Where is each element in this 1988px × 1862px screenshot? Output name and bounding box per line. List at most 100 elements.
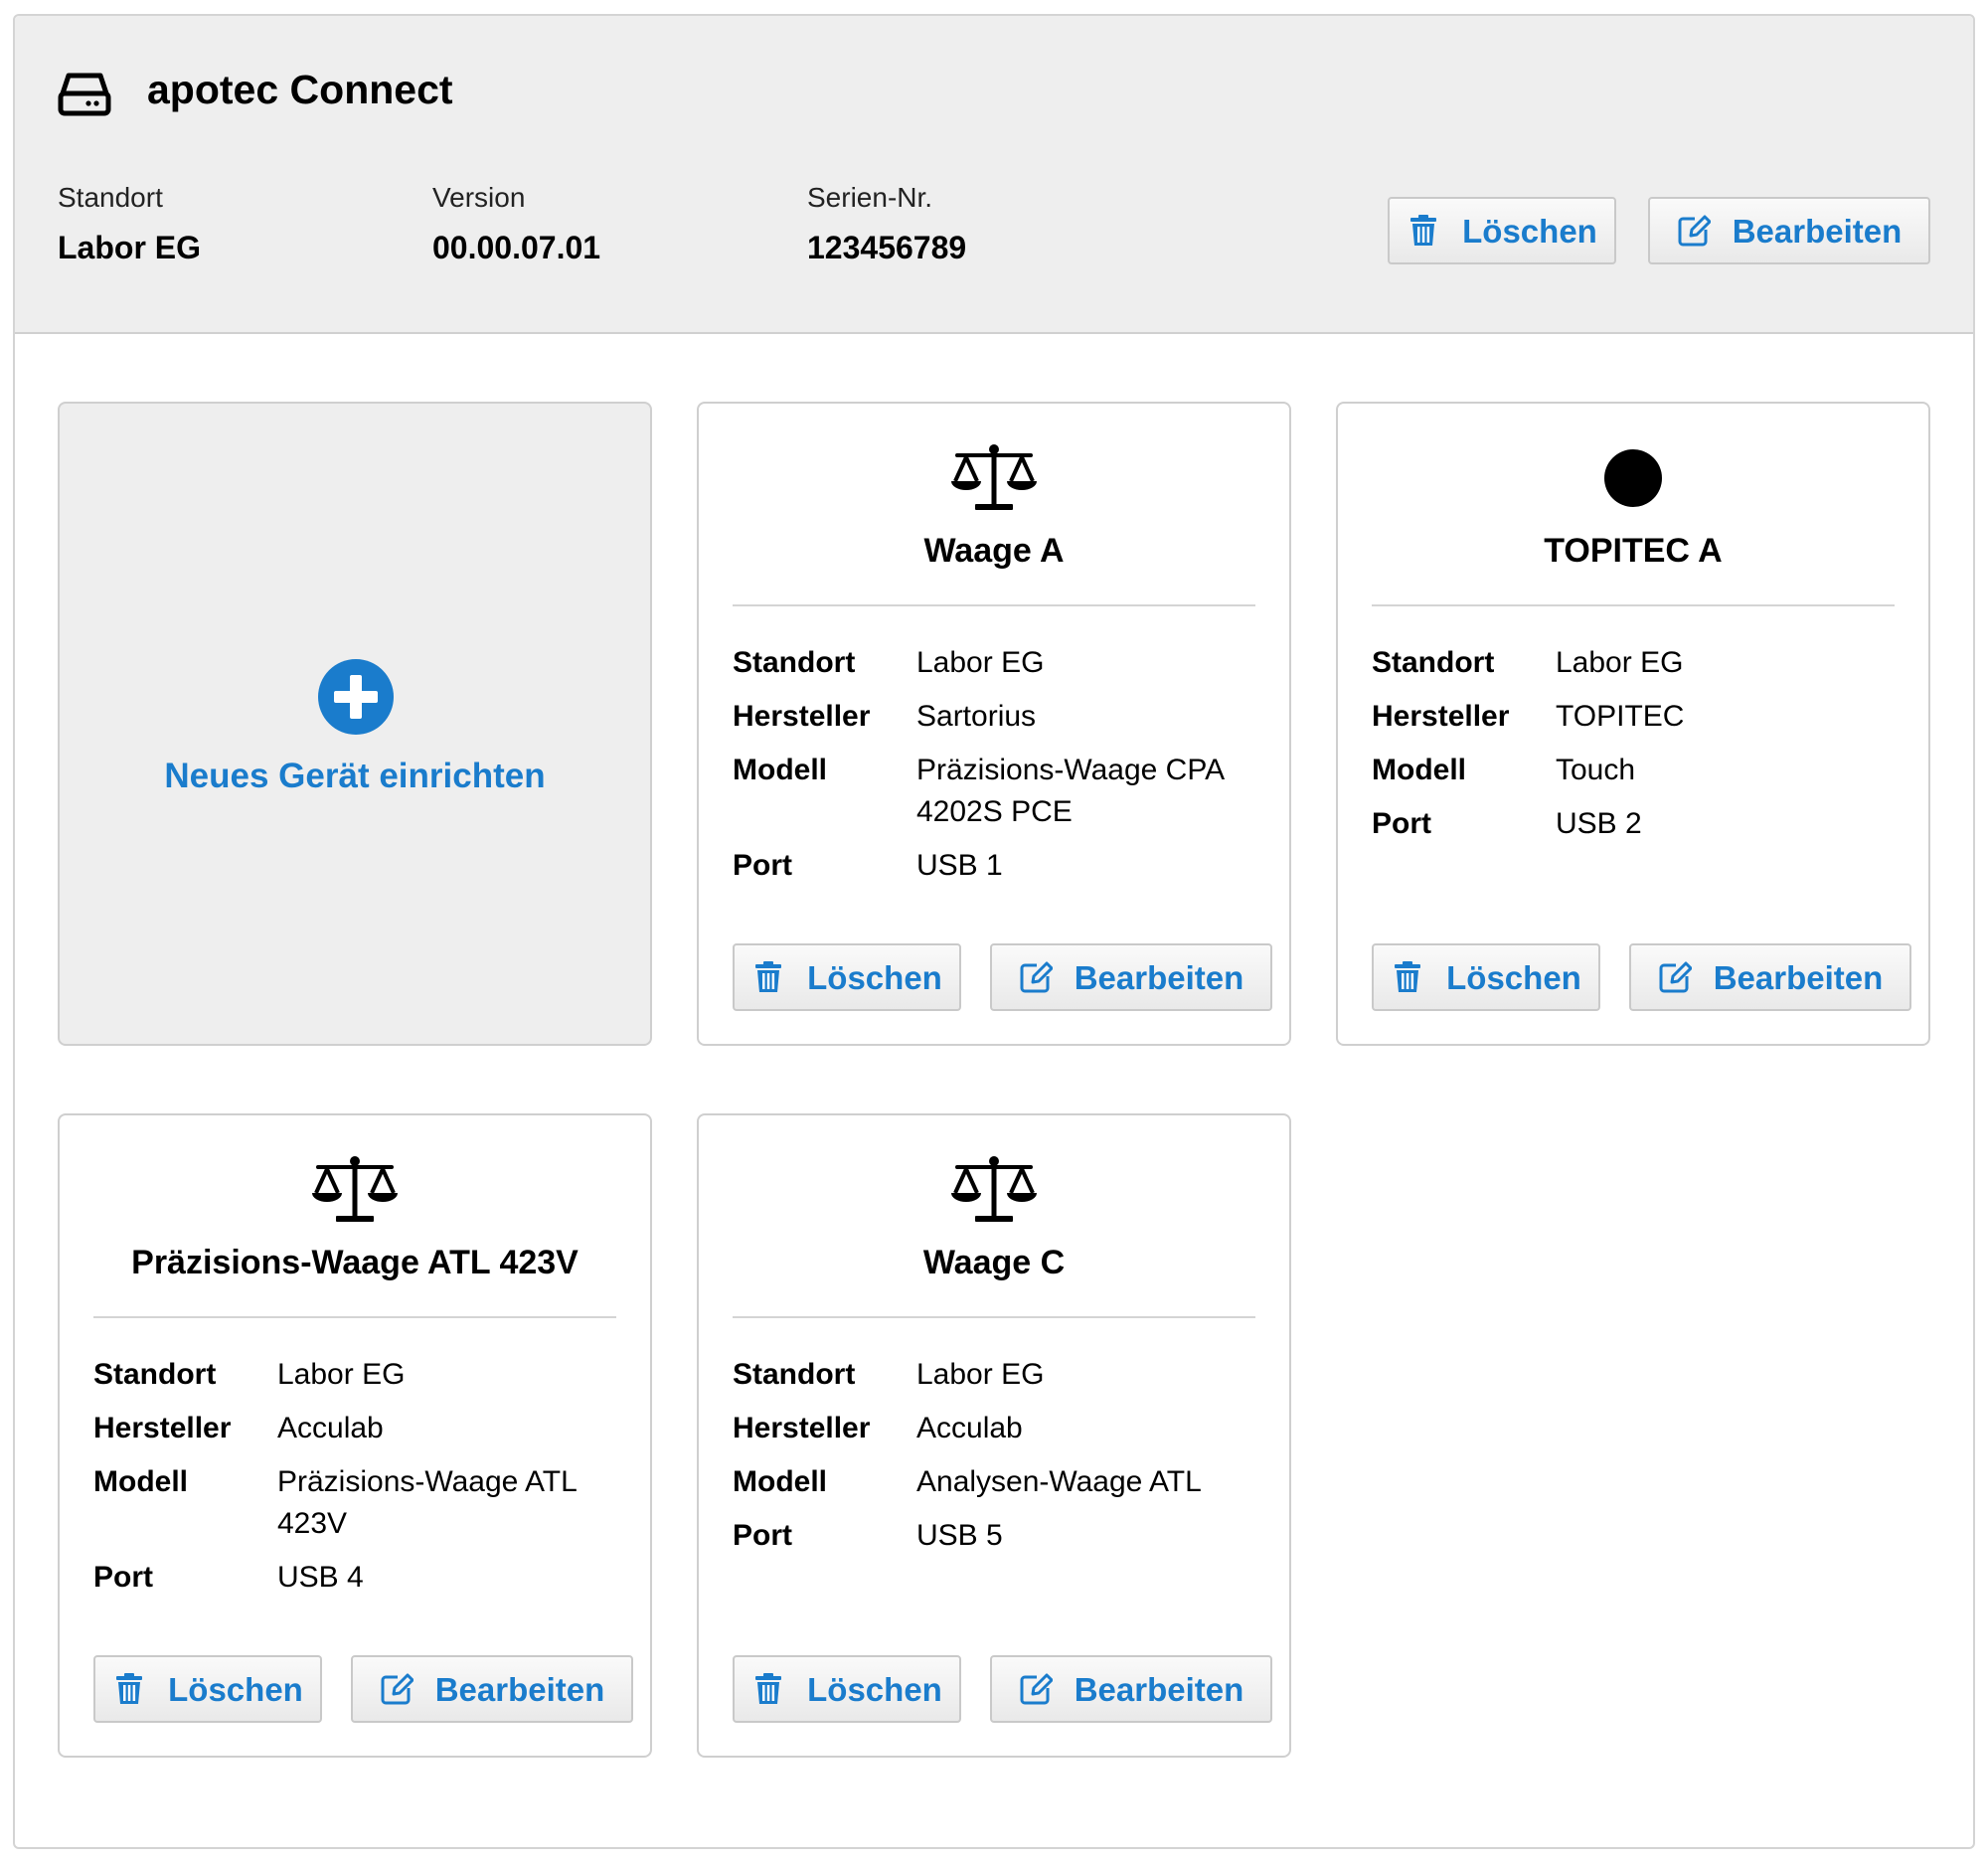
meta-serial-label: Serien-Nr. — [807, 182, 933, 213]
prop-hersteller: Hersteller Acculab — [93, 1408, 620, 1449]
divider — [1372, 604, 1895, 606]
edit-button[interactable]: Bearbeiten — [990, 943, 1272, 1011]
divider — [93, 1316, 616, 1318]
edit-button[interactable]: Bearbeiten — [990, 1655, 1272, 1723]
edit-button[interactable]: Bearbeiten — [1629, 943, 1911, 1011]
delete-label: Löschen — [168, 1670, 303, 1708]
prop-standort: Standort Labor EG — [733, 1354, 1259, 1396]
prop-port: Port USB 5 — [733, 1515, 1259, 1557]
divider — [733, 604, 1255, 606]
prop-standort: Standort Labor EG — [93, 1354, 620, 1396]
edit-icon — [381, 1673, 414, 1705]
trash-icon — [1410, 215, 1437, 246]
meta-standort-label: Standort — [58, 182, 163, 213]
meta-standort-value: Labor EG — [58, 229, 202, 265]
prop-key: Port — [733, 849, 792, 882]
device-card: Präzisions-Waage ATL 423V Standort Labor… — [58, 1113, 652, 1758]
filled-circle-icon — [1604, 449, 1662, 507]
prop-key: Modell — [93, 1465, 188, 1498]
prop-hersteller: Hersteller Sartorius — [733, 696, 1259, 738]
prop-standort: Standort Labor EG — [733, 642, 1259, 684]
prop-value: Acculab — [277, 1412, 384, 1444]
prop-modell: Modell Präzisions-Waage ATL 423V — [93, 1461, 620, 1545]
device-title: Waage C — [922, 1244, 1066, 1281]
delete-button[interactable]: Löschen — [93, 1655, 322, 1723]
page-title: apotec Connect — [147, 67, 453, 112]
device-properties: Standort Labor EG Hersteller Acculab Mod… — [93, 1354, 620, 1610]
meta-version-value: 00.00.07.01 — [432, 229, 601, 265]
device-properties: Standort Labor EG Hersteller Sartorius M… — [733, 642, 1259, 899]
trash-icon — [755, 961, 782, 992]
divider — [733, 1316, 1255, 1318]
prop-modell: Modell Präzisions-Waage CPA 4202S PCE — [733, 750, 1259, 833]
prop-value: Sartorius — [916, 700, 1037, 733]
prop-value: Touch — [1556, 754, 1636, 786]
prop-key: Standort — [733, 1358, 856, 1391]
delete-button[interactable]: Löschen — [733, 943, 961, 1011]
prop-port: Port USB 1 — [733, 845, 1259, 887]
edit-label: Bearbeiten — [434, 1670, 605, 1708]
prop-value: Präzisions-Waage CPA 4202S PCE — [916, 754, 1224, 828]
header-delete-button[interactable]: Löschen — [1388, 197, 1616, 264]
hard-drive-icon — [58, 73, 111, 116]
prop-value: USB 2 — [1556, 807, 1642, 840]
trash-icon — [116, 1673, 143, 1704]
device-card: TOPITEC A Standort Labor EG Hersteller T… — [1336, 402, 1930, 1046]
prop-key: Port — [93, 1561, 153, 1594]
prop-value: USB 4 — [277, 1561, 364, 1594]
device-title: Präzisions-Waage ATL 423V — [131, 1244, 579, 1281]
prop-value: USB 1 — [916, 849, 1003, 882]
edit-label: Bearbeiten — [1713, 958, 1884, 996]
balance-scale-icon — [312, 1156, 398, 1222]
device-card: Waage C Standort Labor EG Hersteller Acc… — [697, 1113, 1291, 1758]
prop-port: Port USB 2 — [1372, 803, 1899, 845]
prop-value: TOPITEC — [1556, 700, 1685, 733]
prop-key: Standort — [1372, 646, 1495, 679]
edit-label: Bearbeiten — [1074, 958, 1244, 996]
edit-icon — [1678, 215, 1711, 247]
panel-header: apotec Connect Standort Labor EG Version… — [15, 16, 1973, 334]
prop-value: Analysen-Waage ATL — [916, 1465, 1202, 1498]
edit-icon — [1020, 961, 1053, 993]
prop-value: Acculab — [916, 1412, 1023, 1444]
prop-key: Standort — [93, 1358, 217, 1391]
prop-key: Port — [733, 1519, 792, 1552]
meta-standort: Standort Labor EG — [58, 181, 201, 266]
prop-modell: Modell Touch — [1372, 750, 1899, 791]
edit-icon — [1659, 961, 1692, 993]
trash-icon — [755, 1673, 782, 1704]
header-delete-label: Löschen — [1462, 212, 1597, 250]
prop-key: Hersteller — [733, 1412, 871, 1444]
delete-button[interactable]: Löschen — [733, 1655, 961, 1723]
prop-standort: Standort Labor EG — [1372, 642, 1899, 684]
plus-circle-icon — [318, 659, 394, 735]
prop-value: Labor EG — [916, 646, 1045, 679]
device-properties: Standort Labor EG Hersteller TOPITEC Mod… — [1372, 642, 1899, 857]
meta-serial-value: 123456789 — [807, 229, 967, 265]
prop-key: Modell — [1372, 754, 1466, 786]
prop-key: Modell — [733, 1465, 827, 1498]
prop-hersteller: Hersteller Acculab — [733, 1408, 1259, 1449]
add-device-label: Neues Gerät einrichten — [164, 757, 546, 795]
balance-scale-icon — [951, 1156, 1037, 1222]
prop-key: Port — [1372, 807, 1431, 840]
prop-key: Hersteller — [1372, 700, 1510, 733]
prop-hersteller: Hersteller TOPITEC — [1372, 696, 1899, 738]
balance-scale-icon — [951, 444, 1037, 510]
delete-button[interactable]: Löschen — [1372, 943, 1600, 1011]
prop-key: Hersteller — [93, 1412, 232, 1444]
device-title: Waage A — [923, 532, 1065, 570]
device-card: Waage A Standort Labor EG Hersteller Sar… — [697, 402, 1291, 1046]
prop-key: Hersteller — [733, 700, 871, 733]
meta-version: Version 00.00.07.01 — [432, 181, 600, 266]
edit-button[interactable]: Bearbeiten — [351, 1655, 633, 1723]
delete-label: Löschen — [1446, 958, 1581, 996]
add-device-tile[interactable]: Neues Gerät einrichten — [58, 402, 652, 1046]
device-properties: Standort Labor EG Hersteller Acculab Mod… — [733, 1354, 1259, 1569]
prop-value: Labor EG — [916, 1358, 1045, 1391]
header-edit-button[interactable]: Bearbeiten — [1648, 197, 1930, 264]
prop-key: Standort — [733, 646, 856, 679]
delete-label: Löschen — [807, 958, 942, 996]
meta-serial: Serien-Nr. 123456789 — [807, 181, 966, 266]
meta-version-label: Version — [432, 182, 526, 213]
